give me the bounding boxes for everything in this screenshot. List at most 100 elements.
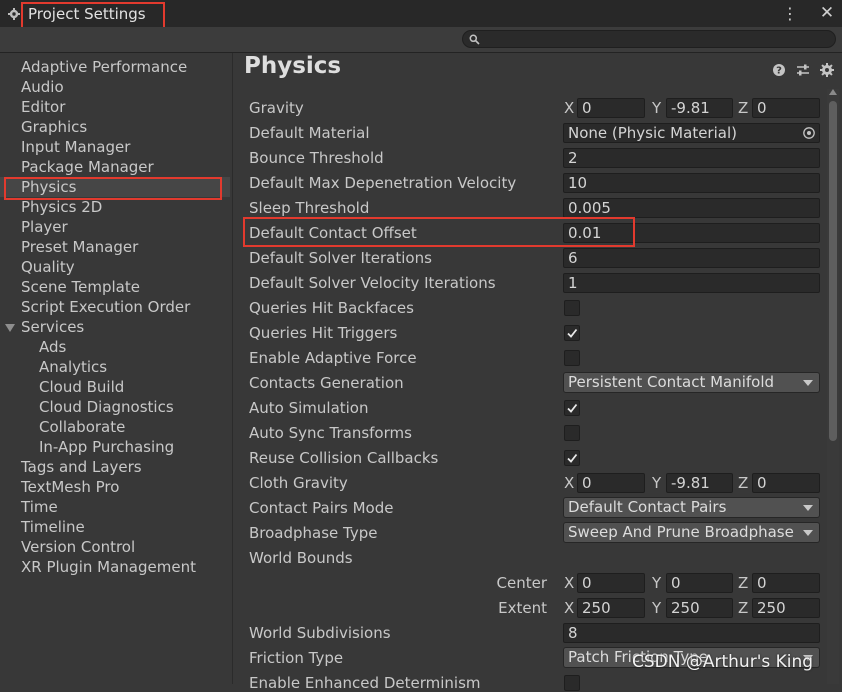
sidebar-item-label: Scene Template xyxy=(21,278,140,296)
auto-sync-transforms-checkbox[interactable] xyxy=(564,425,580,441)
label-default-solver-velocity-iterations: Default Solver Velocity Iterations xyxy=(249,274,496,292)
sidebar-item-quality[interactable]: Quality xyxy=(0,257,230,277)
sidebar-item-label: Package Manager xyxy=(21,158,154,176)
default-max-depenetration-velocity-value: 10 xyxy=(568,174,588,192)
sidebar-item-tags-and-layers[interactable]: Tags and Layers xyxy=(0,457,230,477)
label-gravity: Gravity xyxy=(249,99,304,117)
label-default-max-depenetration-velocity: Default Max Depenetration Velocity xyxy=(249,174,517,192)
extent-y-field[interactable]: 250 xyxy=(666,598,733,618)
gear-icon xyxy=(8,8,20,20)
sidebar-item-label: Collaborate xyxy=(39,418,126,436)
sidebar-item-label: Analytics xyxy=(39,358,108,376)
label-queries-hit-triggers: Queries Hit Triggers xyxy=(249,324,398,342)
bounce-threshold-field[interactable]: 2 xyxy=(563,148,820,168)
sidebar-item-analytics[interactable]: Analytics xyxy=(0,357,230,377)
default-max-depenetration-velocity-field[interactable]: 10 xyxy=(563,173,820,193)
cloth-gravity-z-field[interactable]: 0 xyxy=(752,473,820,493)
y-axis-label: Y xyxy=(652,599,662,617)
sidebar-item-scene-template[interactable]: Scene Template xyxy=(0,277,230,297)
sidebar-item-preset-manager[interactable]: Preset Manager xyxy=(0,237,230,257)
sidebar-item-cloud-diagnostics[interactable]: Cloud Diagnostics xyxy=(0,397,230,417)
cloth-gravity-y-field[interactable]: -9.81 xyxy=(666,473,733,493)
extent-z-field[interactable]: 250 xyxy=(752,598,820,618)
sidebar-item-services[interactable]: Services xyxy=(0,317,230,337)
queries-hit-backfaces-checkbox[interactable] xyxy=(564,300,580,316)
checkmark-icon xyxy=(567,453,578,463)
sidebar-item-timeline[interactable]: Timeline xyxy=(0,517,230,537)
gravity-z-field[interactable]: 0 xyxy=(752,98,820,118)
close-icon[interactable]: ✕ xyxy=(818,3,836,23)
bounce-threshold-value: 2 xyxy=(568,149,578,167)
sidebar-item-textmesh-pro[interactable]: TextMesh Pro xyxy=(0,477,230,497)
help-icon[interactable]: ? xyxy=(771,62,787,78)
reuse-collision-callbacks-checkbox[interactable] xyxy=(564,450,580,466)
sidebar-item-graphics[interactable]: Graphics xyxy=(0,117,230,137)
sidebar-item-package-manager[interactable]: Package Manager xyxy=(0,157,230,177)
default-contact-offset-field[interactable]: 0.01 xyxy=(563,223,820,243)
sidebar-item-input-manager[interactable]: Input Manager xyxy=(0,137,230,157)
sidebar-item-label: Preset Manager xyxy=(21,238,139,256)
sidebar-item-label: Tags and Layers xyxy=(21,458,142,476)
enable-adaptive-force-checkbox[interactable] xyxy=(564,350,580,366)
dropdown-arrow-icon xyxy=(803,530,813,536)
default-material-value: None (Physic Material) xyxy=(568,124,737,142)
sidebar-item-version-control[interactable]: Version Control xyxy=(0,537,230,557)
z-axis-label: Z xyxy=(738,574,749,592)
center-y-field[interactable]: 0 xyxy=(666,573,733,593)
sidebar-item-label: Physics xyxy=(21,178,77,196)
sidebar-item-adaptive-performance[interactable]: Adaptive Performance xyxy=(0,57,230,77)
queries-hit-triggers-checkbox[interactable] xyxy=(564,325,580,341)
contacts-generation-dropdown[interactable]: Persistent Contact Manifold xyxy=(563,372,820,393)
auto-simulation-checkbox[interactable] xyxy=(564,400,580,416)
sidebar-item-xr-plugin-management[interactable]: XR Plugin Management xyxy=(0,557,230,577)
presets-icon[interactable] xyxy=(795,62,811,78)
title-bar: Project Settings ⋮ ✕ xyxy=(0,0,842,27)
sidebar-item-script-execution-order[interactable]: Script Execution Order xyxy=(0,297,230,317)
settings-icon[interactable] xyxy=(819,62,835,78)
sidebar-item-label: Version Control xyxy=(21,538,136,556)
more-options-icon[interactable]: ⋮ xyxy=(782,4,798,23)
scrollbar[interactable] xyxy=(827,89,839,684)
sleep-threshold-field[interactable]: 0.005 xyxy=(563,198,820,218)
cloth-gravity-x-field[interactable]: 0 xyxy=(577,473,645,493)
default-solver-velocity-iterations-field[interactable]: 1 xyxy=(563,273,820,293)
default-material-field[interactable]: None (Physic Material) xyxy=(563,123,820,143)
sidebar-item-label: Audio xyxy=(21,78,64,96)
x-axis-label: X xyxy=(564,574,575,592)
expand-triangle-icon[interactable] xyxy=(5,324,15,332)
sidebar-item-label: TextMesh Pro xyxy=(21,478,120,496)
sidebar-item-physics-2d[interactable]: Physics 2D xyxy=(0,197,230,217)
sleep-threshold-value: 0.005 xyxy=(568,199,611,217)
scroll-up-arrow[interactable] xyxy=(829,89,837,95)
x-axis-label: X xyxy=(564,599,575,617)
extent-x-field[interactable]: 250 xyxy=(577,598,645,618)
sidebar-item-cloud-build[interactable]: Cloud Build xyxy=(0,377,230,397)
broadphase-type-dropdown[interactable]: Sweep And Prune Broadphase xyxy=(563,522,820,543)
gravity-y-field[interactable]: -9.81 xyxy=(666,98,733,118)
sidebar-item-audio[interactable]: Audio xyxy=(0,77,230,97)
center-z-field[interactable]: 0 xyxy=(752,573,820,593)
z-axis-label: Z xyxy=(738,599,749,617)
sidebar-item-editor[interactable]: Editor xyxy=(0,97,230,117)
center-x-field[interactable]: 0 xyxy=(577,573,645,593)
sidebar-item-time[interactable]: Time xyxy=(0,497,230,517)
page-title: Physics xyxy=(244,53,342,79)
default-solver-iterations-field[interactable]: 6 xyxy=(563,248,820,268)
sidebar-item-label: Quality xyxy=(21,258,75,276)
sidebar-item-in-app-purchasing[interactable]: In-App Purchasing xyxy=(0,437,230,457)
gravity-x-field[interactable]: 0 xyxy=(577,98,645,118)
sidebar-item-player[interactable]: Player xyxy=(0,217,230,237)
search-input[interactable] xyxy=(462,30,836,48)
enable-enhanced-determinism-checkbox[interactable] xyxy=(564,675,580,691)
world-subdivisions-field[interactable]: 8 xyxy=(563,623,820,643)
sidebar-item-collaborate[interactable]: Collaborate xyxy=(0,417,230,437)
label-bounce-threshold: Bounce Threshold xyxy=(249,149,384,167)
sidebar-item-label: Physics 2D xyxy=(21,198,103,216)
sidebar-item-physics[interactable]: Physics xyxy=(0,177,230,197)
contact-pairs-mode-dropdown[interactable]: Default Contact Pairs xyxy=(563,497,820,518)
default-contact-offset-value: 0.01 xyxy=(568,224,602,242)
sidebar-item-ads[interactable]: Ads xyxy=(0,337,230,357)
object-picker-icon[interactable] xyxy=(802,126,816,140)
scroll-thumb[interactable] xyxy=(829,101,837,441)
sidebar-item-label: Ads xyxy=(39,338,67,356)
